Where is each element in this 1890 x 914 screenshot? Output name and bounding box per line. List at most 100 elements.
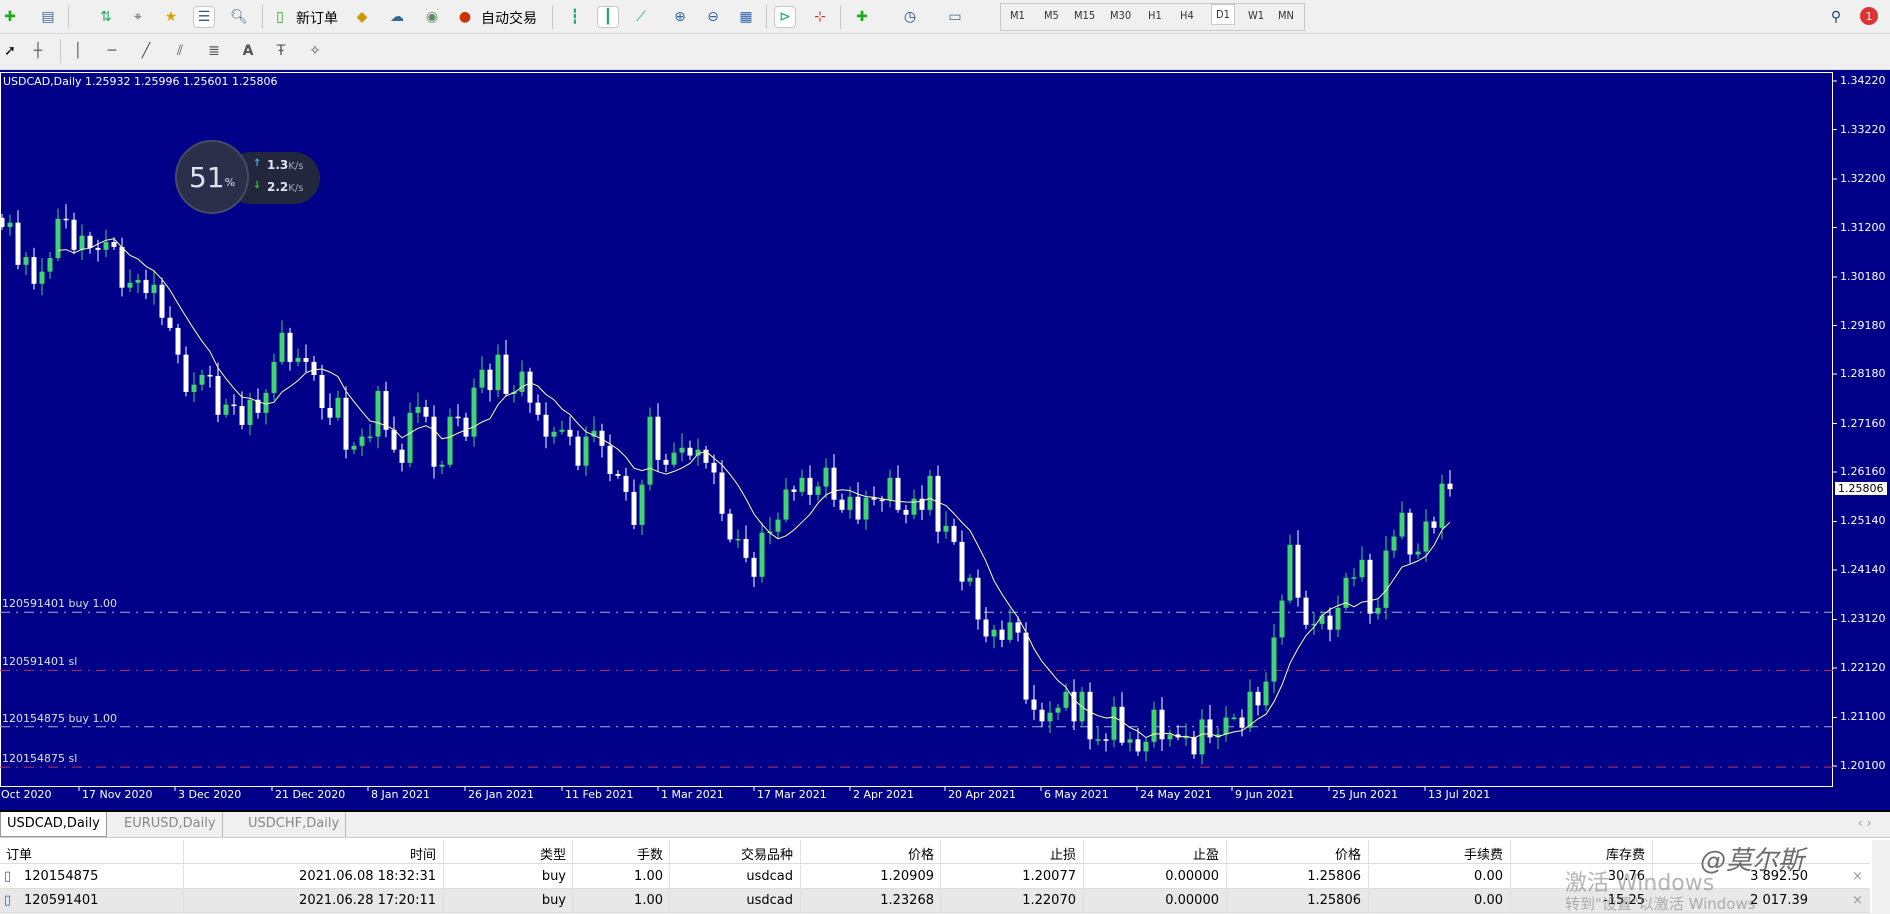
trendline-icon[interactable]: ╱ <box>136 41 156 61</box>
candle-bull <box>279 332 285 362</box>
search-icon[interactable]: ⚲ <box>1826 7 1846 27</box>
candle-bull <box>551 431 557 437</box>
timeframe-mn[interactable]: MN <box>1278 9 1294 22</box>
tile-windows-icon[interactable]: ▦ <box>736 7 756 27</box>
periods-icon[interactable]: ◷ <box>900 7 920 27</box>
upload-arrow-icon: ↑ <box>253 158 262 169</box>
equidistant-channel-icon[interactable]: ⫽ <box>170 41 190 61</box>
timeframe-h1[interactable]: H1 <box>1148 9 1162 22</box>
column-header: 时间 <box>409 848 436 863</box>
table-cell: 120591401 <box>24 893 99 908</box>
close-order-icon[interactable]: × <box>1852 893 1863 908</box>
timeframe-m15[interactable]: M15 <box>1074 9 1095 22</box>
timeframe-d1[interactable]: D1 <box>1211 4 1235 25</box>
candle-bull <box>583 436 589 466</box>
table-cell: 2021.06.08 18:32:31 <box>299 869 436 884</box>
chart-shift-icon[interactable]: ⊹ <box>810 7 830 27</box>
price-axis-label: 1.26160 <box>1840 465 1886 478</box>
timeframe-m30[interactable]: M30 <box>1110 9 1131 22</box>
indicators-icon[interactable]: ✚ <box>852 7 872 27</box>
market-watch-icon[interactable]: ⇅ <box>96 7 116 27</box>
candle-bear <box>623 475 629 492</box>
auto-trading-button[interactable]: 自动交易 <box>481 8 537 28</box>
date-axis-label: Oct 2020 <box>1 788 52 801</box>
candle-bear <box>1087 691 1093 740</box>
candle-bull <box>151 284 157 294</box>
zoom-out-icon[interactable]: ⊖ <box>703 7 723 27</box>
tab-usdchf-daily[interactable]: USDCHF,Daily <box>242 812 347 837</box>
candle-bear <box>1295 544 1301 598</box>
templates-icon[interactable]: ▭ <box>945 7 965 27</box>
candle-bear <box>71 219 77 250</box>
column-header: 价格 <box>1334 848 1361 863</box>
new-chart-icon[interactable]: ✚ <box>0 7 20 27</box>
auto-scroll-icon[interactable]: ⊳ <box>774 6 796 28</box>
table-cell: 0.00 <box>1474 893 1503 908</box>
timeframe-m5[interactable]: M5 <box>1044 9 1059 22</box>
notification-badge[interactable]: 1 <box>1860 7 1878 25</box>
text-icon[interactable]: A <box>238 41 258 61</box>
new-order-icon[interactable]: ▯ <box>270 7 290 27</box>
candle-bear <box>711 462 717 473</box>
tab-scroll-arrows-icon[interactable]: ‹ › <box>1858 816 1871 830</box>
crosshair-icon[interactable]: ┼ <box>28 41 48 61</box>
terminal-scrollbar[interactable] <box>1872 840 1890 913</box>
fibonacci-icon[interactable]: ≣ <box>204 41 224 61</box>
candle-bull <box>1047 712 1053 722</box>
tab-eurusd-daily[interactable]: EURUSD,Daily <box>118 812 223 837</box>
candle-bear <box>383 390 389 430</box>
network-speed-widget: 51% ↑ 1.3K/s ↓ 2.2K/s <box>175 140 325 216</box>
arrows-icon[interactable]: ✧ <box>305 41 325 61</box>
vertical-line-icon[interactable]: │ <box>68 41 88 61</box>
bar-chart-icon[interactable]: ┇ <box>565 7 585 27</box>
timeframe-h4[interactable]: H4 <box>1180 9 1194 22</box>
horizontal-line-icon[interactable]: ─ <box>102 41 122 61</box>
candle-bear <box>487 369 493 391</box>
candle-bull <box>1359 559 1365 578</box>
candle-bear <box>1191 736 1197 755</box>
candle-bull <box>79 235 85 250</box>
chart-window[interactable]: USDCAD,Daily 1.25932 1.25996 1.25601 1.2… <box>0 70 1890 810</box>
candle-bear <box>119 246 125 288</box>
timeframe-m1[interactable]: M1 <box>1010 9 1025 22</box>
date-axis-label: 24 May 2021 <box>1140 788 1212 801</box>
timeframe-w1[interactable]: W1 <box>1248 9 1264 22</box>
auto-trading-icon[interactable]: ● <box>455 7 475 27</box>
zoom-in-icon[interactable]: ⊕ <box>670 7 690 27</box>
candle-bear <box>1135 739 1141 752</box>
candle-bear <box>463 417 469 437</box>
price-axis-label: 1.27160 <box>1840 416 1886 430</box>
terminal-icon[interactable]: ☰ <box>193 6 215 28</box>
signals-icon[interactable]: ☁ <box>387 7 407 27</box>
profiles-icon[interactable]: ▤ <box>38 7 58 27</box>
tab-usdcad-daily[interactable]: USDCAD,Daily <box>0 812 107 837</box>
candle-bull <box>1319 615 1325 624</box>
market-icon[interactable]: ◉ <box>422 7 442 27</box>
column-header: 止盈 <box>1192 848 1219 863</box>
data-window-crosshair-icon[interactable]: ⌖ <box>128 7 148 27</box>
metaeditor-icon[interactable]: ◆ <box>352 7 372 27</box>
candle-bear <box>839 499 845 510</box>
candle-bull <box>759 532 765 577</box>
candle-bear <box>615 473 621 476</box>
table-cell: usdcad <box>746 893 793 908</box>
new-order-button[interactable]: 新订单 <box>296 8 338 28</box>
navigator-icon[interactable]: ★ <box>161 7 181 27</box>
strategy-tester-icon[interactable]: 🔍︎ <box>229 7 249 27</box>
text-label-icon[interactable]: Ŧ <box>271 41 291 61</box>
candle-bear <box>567 429 573 437</box>
candlestick-chart-icon[interactable]: ┃ <box>597 6 619 28</box>
close-order-icon[interactable]: × <box>1852 869 1863 884</box>
candle-bull <box>1231 717 1237 719</box>
table-cell: 1.22070 <box>1022 893 1076 908</box>
candle-bull <box>479 369 485 388</box>
chart-tabs: USDCAD,Daily EURUSD,Daily USDCHF,Daily ‹… <box>0 810 1890 837</box>
candle-bear <box>663 459 669 465</box>
line-chart-icon[interactable]: ⟋ <box>631 7 651 27</box>
cursor-icon[interactable]: ➚ <box>0 41 20 61</box>
candle-bear <box>1015 622 1021 633</box>
candle-bear <box>215 375 221 415</box>
candle-bull <box>639 484 645 525</box>
table-cell: 0.00000 <box>1165 893 1219 908</box>
candle-bull <box>55 218 61 259</box>
